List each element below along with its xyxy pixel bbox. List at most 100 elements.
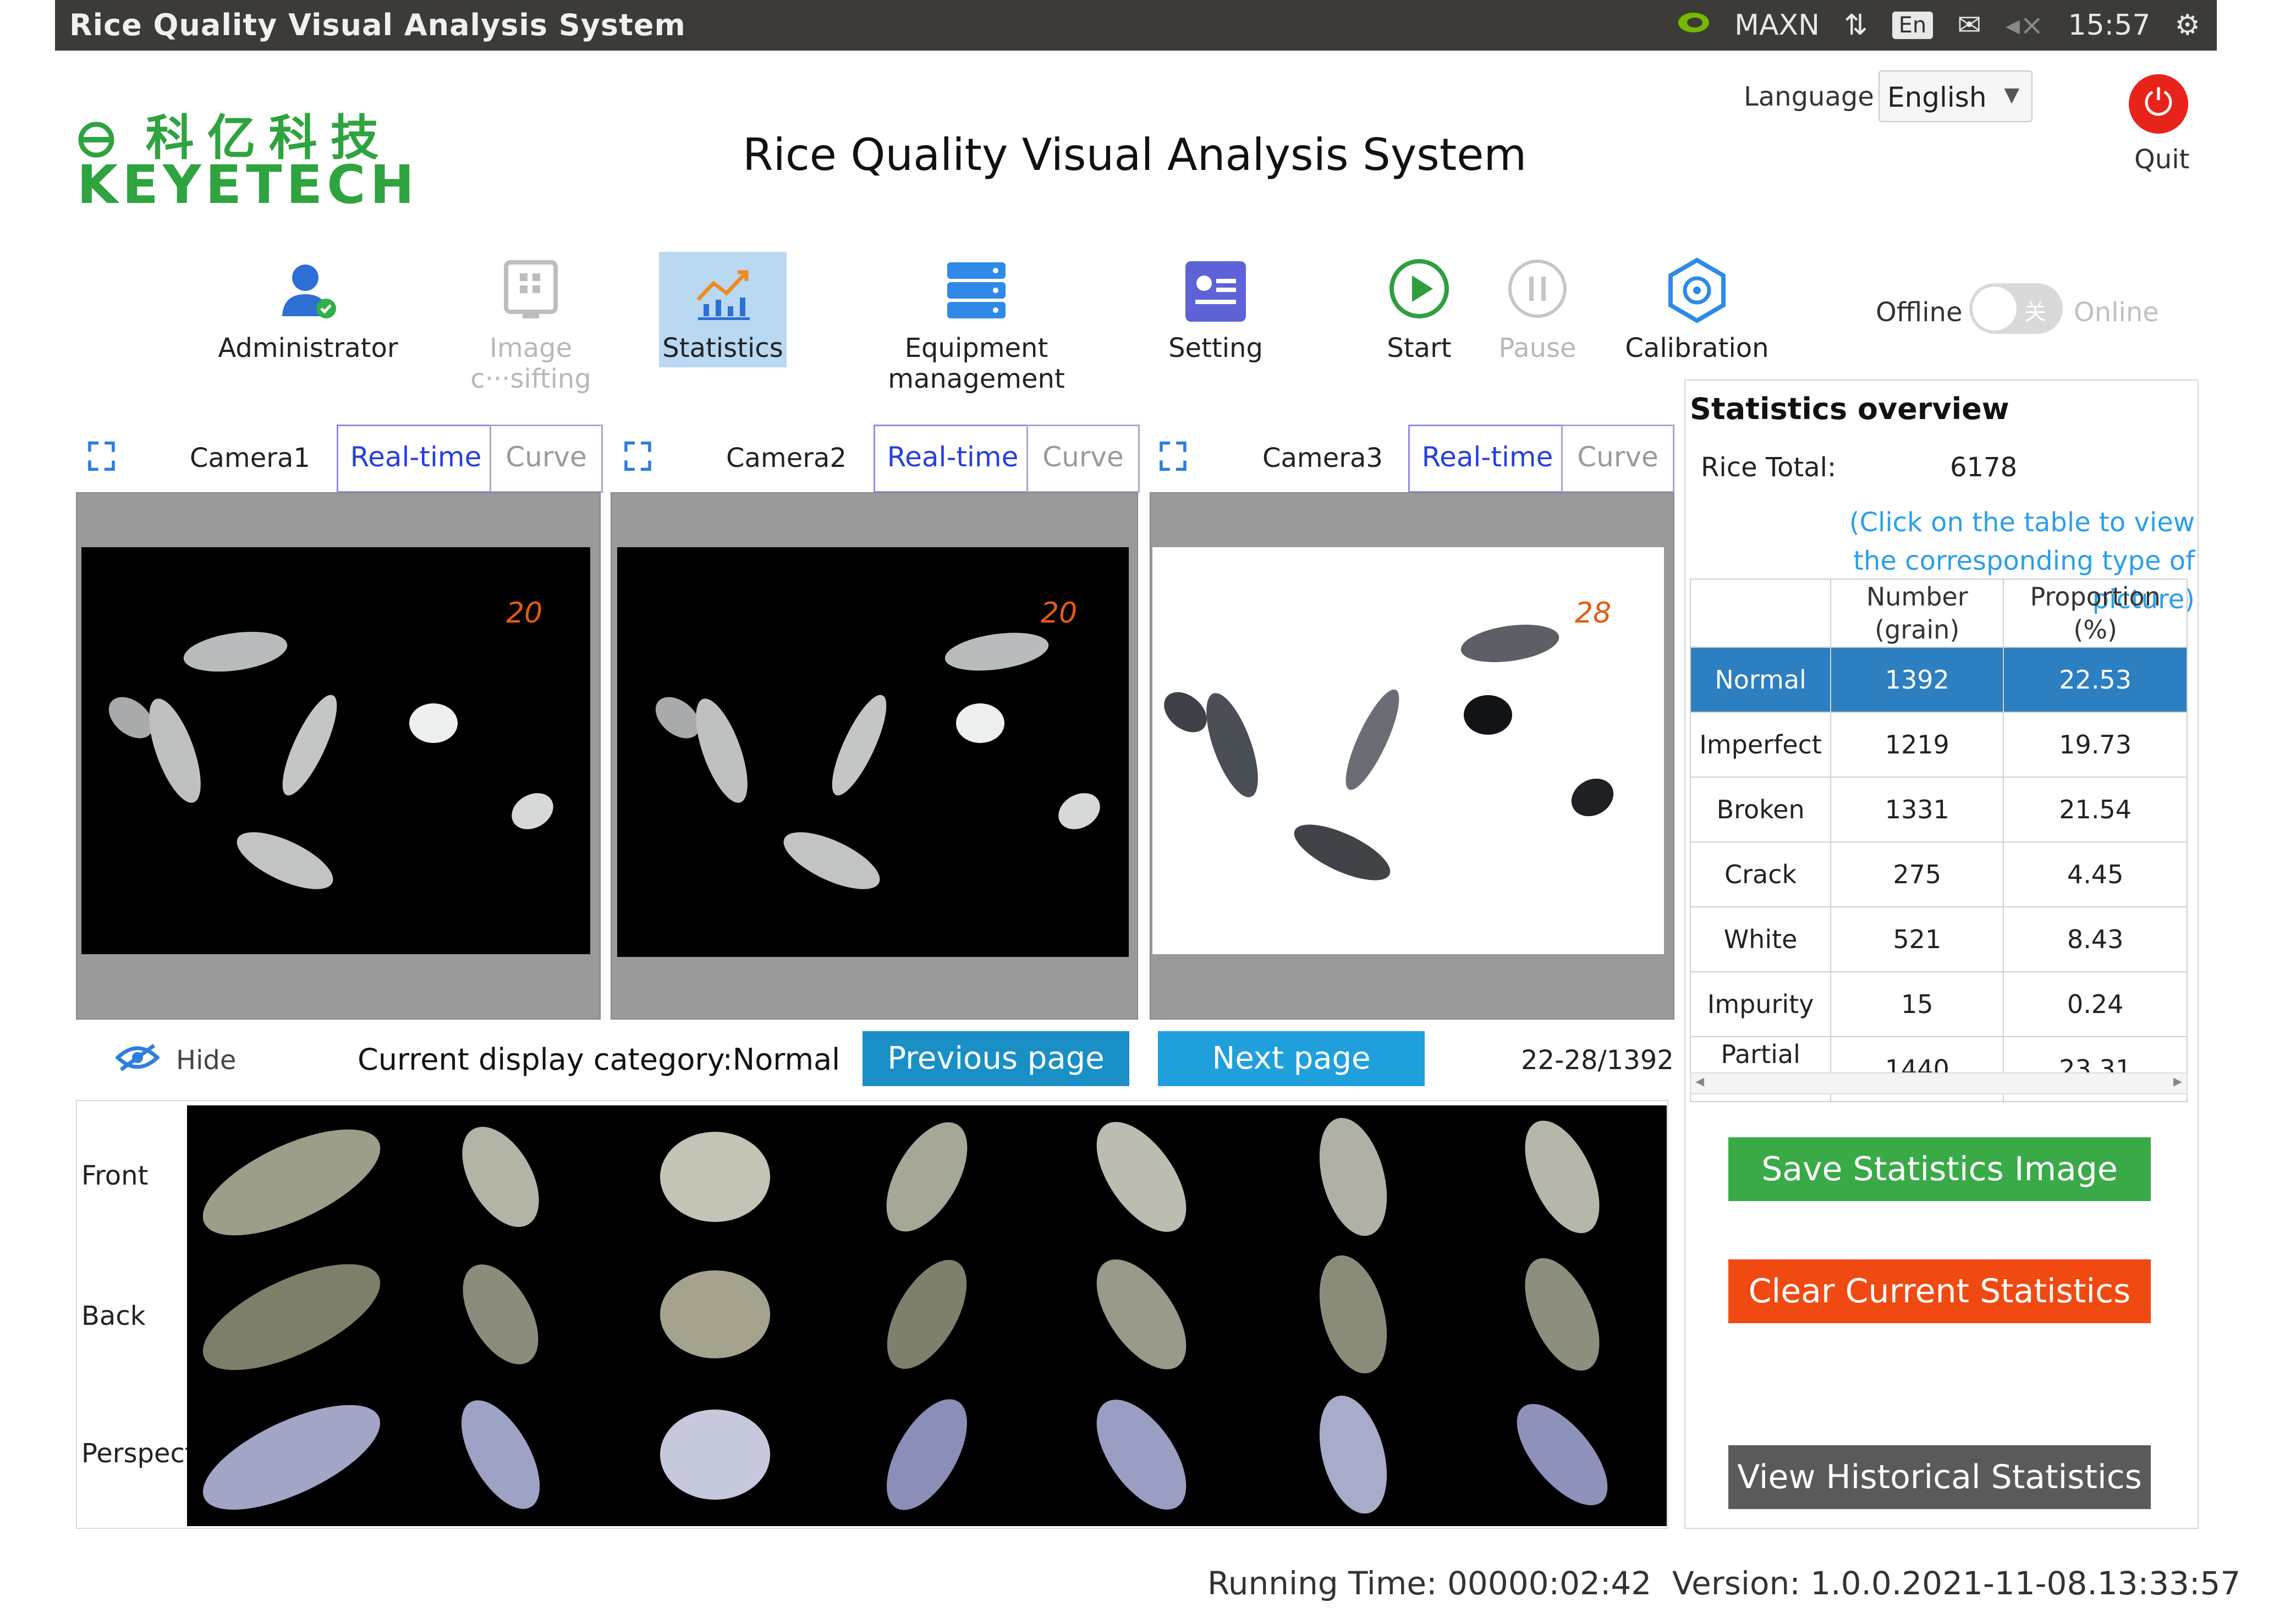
nvidia-icon[interactable] xyxy=(1677,9,1710,42)
column-header-type xyxy=(1689,579,1832,648)
camera2-label: Camera2 xyxy=(726,443,847,474)
gallery-row-label-front: Front xyxy=(81,1160,149,1191)
hide-label[interactable]: Hide xyxy=(176,1045,236,1076)
administrator-label: Administrator xyxy=(218,333,398,364)
mail-icon[interactable]: ✉ xyxy=(1957,9,1981,42)
previous-page-button[interactable]: Previous page xyxy=(863,1031,1129,1086)
grain-image-grid[interactable] xyxy=(187,1105,1667,1526)
camera3-tab-curve[interactable]: Curve xyxy=(1561,425,1674,493)
column-header-number: Number (grain) xyxy=(1830,579,2004,648)
camera1-tab-realtime[interactable]: Real-time xyxy=(337,425,495,493)
camera2-count: 20 xyxy=(1041,597,1078,630)
table-row[interactable]: Broken 1331 21.54 xyxy=(1689,777,2188,843)
page-title: Rice Quality Visual Analysis System xyxy=(743,129,1527,180)
fullscreen-icon[interactable]: ⛶ xyxy=(1160,434,1187,480)
row-number: 1219 xyxy=(1830,712,2004,778)
camera3-view[interactable]: 28 xyxy=(1152,547,1664,954)
camera1-view[interactable]: 20 xyxy=(81,547,590,954)
row-number: 275 xyxy=(1830,841,2004,907)
row-proportion: 0.24 xyxy=(2003,971,2188,1037)
save-statistics-image-button[interactable]: Save Statistics Image xyxy=(1728,1137,2151,1201)
column-header-proportion: Proportion (%) xyxy=(2003,579,2188,648)
pause-button[interactable]: Pause xyxy=(1485,256,1590,364)
volume-muted-icon[interactable]: ◂× xyxy=(2006,9,2044,42)
language-select[interactable]: English ▼ xyxy=(1878,70,2033,122)
power-mode-label[interactable]: MAXN xyxy=(1734,9,1820,42)
row-type: Broken xyxy=(1689,777,1832,843)
setting-button[interactable]: Setting xyxy=(1163,256,1268,364)
network-icon[interactable]: ⇅ xyxy=(1844,9,1868,42)
chevron-down-icon: ▼ xyxy=(2004,84,2019,106)
calibration-target-icon xyxy=(1661,256,1733,327)
online-offline-toggle[interactable]: 关 xyxy=(1969,283,2063,334)
row-proportion: 22.53 xyxy=(2003,647,2188,713)
pause-label: Pause xyxy=(1498,333,1577,364)
calibration-label: Calibration xyxy=(1625,333,1769,364)
chart-trend-icon xyxy=(687,256,759,327)
online-label: Online xyxy=(2074,297,2159,328)
offline-label: Offline xyxy=(1876,297,1963,328)
image-sifting-button[interactable]: Image c···sifting xyxy=(429,256,633,394)
calibration-button[interactable]: Calibration xyxy=(1614,256,1779,364)
clear-current-statistics-button[interactable]: Clear Current Statistics xyxy=(1728,1259,2151,1323)
next-page-button[interactable]: Next page xyxy=(1158,1031,1425,1086)
page-indicator: 22-28/1392 xyxy=(1521,1045,1674,1076)
start-button[interactable]: Start xyxy=(1367,256,1471,364)
camera3-count: 28 xyxy=(1575,597,1612,630)
table-horizontal-scrollbar[interactable]: ◂ ▸ xyxy=(1690,1070,2188,1094)
administrator-button[interactable]: Administrator xyxy=(217,256,399,364)
statistics-table[interactable]: Number (grain) Proportion (%) Normal 139… xyxy=(1689,579,2188,1102)
quit-button[interactable]: ⏻ xyxy=(2129,74,2188,134)
logo-mark-icon xyxy=(78,122,114,158)
user-admin-icon xyxy=(272,256,344,327)
row-proportion: 4.45 xyxy=(2003,841,2188,907)
table-row[interactable]: Normal 1392 22.53 xyxy=(1689,647,2188,713)
row-number: 1331 xyxy=(1830,777,2004,843)
pause-icon xyxy=(1502,256,1573,327)
settings-gear-icon[interactable]: ⚙ xyxy=(2174,9,2200,42)
view-historical-statistics-button[interactable]: View Historical Statistics xyxy=(1728,1445,2151,1509)
clock[interactable]: 15:57 xyxy=(2068,9,2151,42)
statistics-label: Statistics xyxy=(662,333,783,364)
row-proportion: 8.43 xyxy=(2003,906,2188,972)
equipment-management-button[interactable]: Equipment management xyxy=(822,256,1130,394)
scroll-left-icon[interactable]: ◂ xyxy=(1695,1070,1704,1091)
current-display-category: Current display category:Normal xyxy=(358,1042,841,1077)
system-tray: MAXN ⇅ En ✉ ◂× 15:57 ⚙ xyxy=(1677,5,2200,45)
server-rack-icon xyxy=(941,256,1012,327)
system-title-bar: Rice Quality Visual Analysis System MAXN… xyxy=(55,0,2217,51)
toggle-knob xyxy=(1973,287,2017,331)
statistics-overview-title: Statistics overview xyxy=(1690,392,2009,426)
fullscreen-icon[interactable]: ⛶ xyxy=(624,434,651,480)
language-label: Language xyxy=(1744,81,1874,112)
eye-hidden-icon[interactable] xyxy=(114,1042,161,1081)
statistics-button[interactable]: Statistics xyxy=(659,256,787,364)
camera1-count: 20 xyxy=(506,597,543,630)
row-type: Crack xyxy=(1689,841,1832,907)
camera2-tab-curve[interactable]: Curve xyxy=(1026,425,1140,493)
back-row xyxy=(202,1255,1600,1374)
camera2-view[interactable]: 20 xyxy=(617,547,1129,957)
camera3-tab-realtime[interactable]: Real-time xyxy=(1408,425,1567,493)
keyboard-layout-indicator[interactable]: En xyxy=(1892,12,1934,39)
table-row[interactable]: Crack 275 4.45 xyxy=(1689,841,2188,907)
row-type: Imperfect xyxy=(1689,712,1832,778)
setting-label: Setting xyxy=(1168,333,1263,364)
row-type: White xyxy=(1689,906,1832,972)
scroll-right-icon[interactable]: ▸ xyxy=(2173,1070,2182,1091)
grain-thumbnails xyxy=(202,1117,1608,1514)
version-info: Version: 1.0.0.2021-11-08.13:33:57 xyxy=(1672,1565,2241,1602)
image-sifting-label: Image c···sifting xyxy=(470,333,591,394)
gallery-row-label-perspective: Perspect xyxy=(81,1438,195,1469)
table-row[interactable]: Impurity 15 0.24 xyxy=(1689,971,2188,1037)
fullscreen-icon[interactable]: ⛶ xyxy=(88,434,115,480)
row-type: Impurity xyxy=(1689,971,1832,1037)
table-row[interactable]: Imperfect 1219 19.73 xyxy=(1689,712,2188,778)
window-title: Rice Quality Visual Analysis System xyxy=(69,8,686,42)
gallery-row-label-back: Back xyxy=(81,1301,146,1331)
image-grid-icon xyxy=(495,256,567,327)
table-row[interactable]: White 521 8.43 xyxy=(1689,906,2188,972)
row-number: 15 xyxy=(1830,971,2004,1037)
camera2-tab-realtime[interactable]: Real-time xyxy=(874,425,1032,493)
camera1-tab-curve[interactable]: Curve xyxy=(490,425,603,493)
